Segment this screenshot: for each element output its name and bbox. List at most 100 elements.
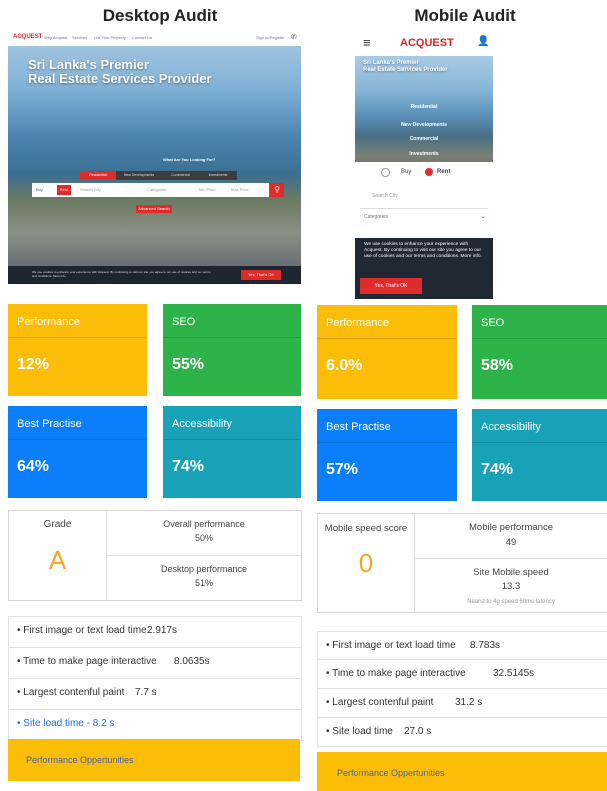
card-label: Accessibility <box>481 421 541 433</box>
mobile-performance-cell: Mobile performance 49 <box>415 514 607 559</box>
card-label: SEO <box>172 316 196 328</box>
card-label: Accessibility <box>172 418 232 430</box>
nav-item[interactable]: Why Acquest <box>44 35 67 40</box>
card-label: Performance <box>326 317 389 329</box>
buy-radio[interactable] <box>381 168 390 177</box>
mobile-performance-opportunities[interactable]: Performance Oppertunities <box>317 752 607 791</box>
divider <box>163 337 301 338</box>
categories-select[interactable]: Categories <box>364 214 388 220</box>
overall-performance-value: 50% <box>194 533 213 543</box>
list-item: • First image or text load time 2.917s <box>9 617 301 648</box>
speed-note: Nearst to 4g speed 60ms latency <box>467 599 555 605</box>
site-mobile-speed-value: 13.3 <box>501 581 521 592</box>
categories-select[interactable]: Categories <box>147 187 166 192</box>
cookie-text: We use cookies to enhance your experienc… <box>32 270 211 278</box>
tab-investments[interactable]: Investments <box>199 171 237 180</box>
metric-label: • Time to make page interactive <box>17 656 157 667</box>
menu-commercial[interactable]: Commercial <box>355 136 493 142</box>
hamburger-menu-icon[interactable]: ≡ <box>363 35 371 50</box>
site-load-time-link[interactable]: • Site load time - 8.2 s <box>17 718 114 729</box>
search-question: What Are You Looking For? <box>163 157 216 162</box>
desktop-performance-opportunities[interactable]: Performance Oppertunities <box>8 739 300 781</box>
list-item: • First image or text load time 8.783s <box>318 632 607 660</box>
max-price-select[interactable]: Max Price <box>231 187 249 192</box>
hero-title-line1: Sri Lanka's Premier <box>363 60 419 66</box>
metric-label: • Time to make page interactive <box>326 668 466 679</box>
search-icon[interactable]: ⚲ <box>270 183 284 197</box>
divider <box>317 338 457 339</box>
site-mobile-speed-cell: Site Mobile speed 13.3 Nearst to 4g spee… <box>415 559 607 612</box>
desktop-audit-title: Desktop Audit <box>102 6 218 25</box>
card-value: 64% <box>17 458 50 475</box>
mobile-search-panel: Buy Rent Search City Categories ⌄ <box>355 162 493 238</box>
rent-radio[interactable] <box>425 168 433 176</box>
metric-value: 31.2 s <box>455 697 483 708</box>
hero-title-line2: Real Estate Services Provider <box>363 67 448 73</box>
card-label: Best Practise <box>326 421 391 433</box>
desktop-performance-card: Performance 12% <box>8 304 147 396</box>
divider <box>317 442 457 443</box>
search-city-input[interactable]: Search City <box>372 193 398 199</box>
card-value: 12% <box>17 356 50 373</box>
mobile-seo-card: SEO 58% <box>472 305 607 399</box>
metric-label: • First image or text load time <box>326 640 456 651</box>
tab-residential[interactable]: Residential <box>80 171 116 180</box>
mobile-cookie-banner: We use cookies to enhance your experienc… <box>355 238 493 299</box>
rent-toggle[interactable]: Rent <box>57 185 71 195</box>
card-label: Performance <box>17 316 80 328</box>
metric-value: 27.0 s <box>404 726 432 737</box>
overall-performance-cell: Overall performance 50% <box>107 511 301 556</box>
min-price-select[interactable]: Min Price <box>199 187 216 192</box>
metric-value: 8.783s <box>470 640 501 651</box>
desktop-nav-bar: ACQUEST Why Acquest Services List Your P… <box>8 31 301 46</box>
desktop-cookie-banner: We use cookies to enhance your experienc… <box>8 266 301 284</box>
metric-value: 32.5145s <box>493 668 535 679</box>
mobile-speed-score-cell: Mobile speed score 0 <box>318 514 415 612</box>
menu-residential[interactable]: Residential <box>355 104 493 110</box>
search-city-input[interactable]: Search City <box>80 187 101 192</box>
desktop-performance-cell: Desktop performance 51% <box>107 556 301 600</box>
nav-item[interactable]: List Your Property <box>94 35 126 40</box>
desktop-search-bar: Buy Rent Search City Categories Min Pric… <box>32 183 269 197</box>
list-item: • Time to make page interactive 32.5145s <box>318 660 607 689</box>
desktop-grade-box: Grade A Overall performance 50% Desktop … <box>8 510 302 601</box>
list-item: • Time to make page interactive 8.0635s <box>9 648 301 679</box>
desktop-performance-value: 51% <box>194 578 213 588</box>
opportunities-label: Performance Oppertunities <box>337 768 445 778</box>
desktop-best-practise-card: Best Practise 64% <box>8 406 147 498</box>
nav-item[interactable]: Services <box>72 35 87 40</box>
buy-toggle[interactable]: Buy <box>36 187 43 192</box>
opportunities-label: Performance Oppertunities <box>26 755 134 765</box>
buy-label: Buy <box>401 169 412 175</box>
metric-value: 7.7 s <box>135 687 157 698</box>
tab-new-developments[interactable]: New Developments <box>116 171 162 180</box>
cookie-accept-button[interactable]: Yes, That's OK <box>360 278 422 294</box>
menu-investments[interactable]: Investments <box>355 151 493 157</box>
card-value: 55% <box>172 356 205 373</box>
metric-value: 8.0635s <box>174 656 210 667</box>
cookie-text: We use cookies to enhance your experienc… <box>364 242 482 259</box>
mobile-speed-score-value: 0 <box>358 548 374 578</box>
menu-new-developments[interactable]: New Developments <box>355 122 493 128</box>
card-value: 57% <box>326 461 359 478</box>
metric-label: • Largest contenful paint <box>326 697 434 708</box>
desktop-accessibility-card: Accessibility 74% <box>163 406 301 498</box>
card-value: 6.0% <box>326 357 363 374</box>
mobile-speed-score-label: Mobile speed score <box>324 523 408 534</box>
rent-label: Rent <box>437 169 451 175</box>
tab-commercial[interactable]: Commercial <box>162 171 199 180</box>
user-icon[interactable]: 👤 <box>477 36 489 47</box>
mobile-performance-card: Performance 6.0% <box>317 305 457 399</box>
login-link[interactable]: Sign In/Register <box>256 35 284 40</box>
advanced-search-button[interactable]: Advanced Search <box>136 205 172 213</box>
mobile-best-practise-card: Best Practise 57% <box>317 409 457 501</box>
cookie-accept-button[interactable]: Yes, That's OK <box>241 270 281 280</box>
nav-item[interactable]: Contact Us <box>132 35 152 40</box>
mobile-metrics-list: • First image or text load time 8.783s •… <box>317 631 607 747</box>
list-item: • Largest contenful paint 7.7 s <box>9 679 301 710</box>
card-label: Best Practise <box>17 418 82 430</box>
divider <box>8 439 147 440</box>
phone-icon[interactable]: ✆ <box>291 33 297 41</box>
list-item: • Largest contenful paint 31.2 s <box>318 689 607 718</box>
divider <box>8 337 147 338</box>
